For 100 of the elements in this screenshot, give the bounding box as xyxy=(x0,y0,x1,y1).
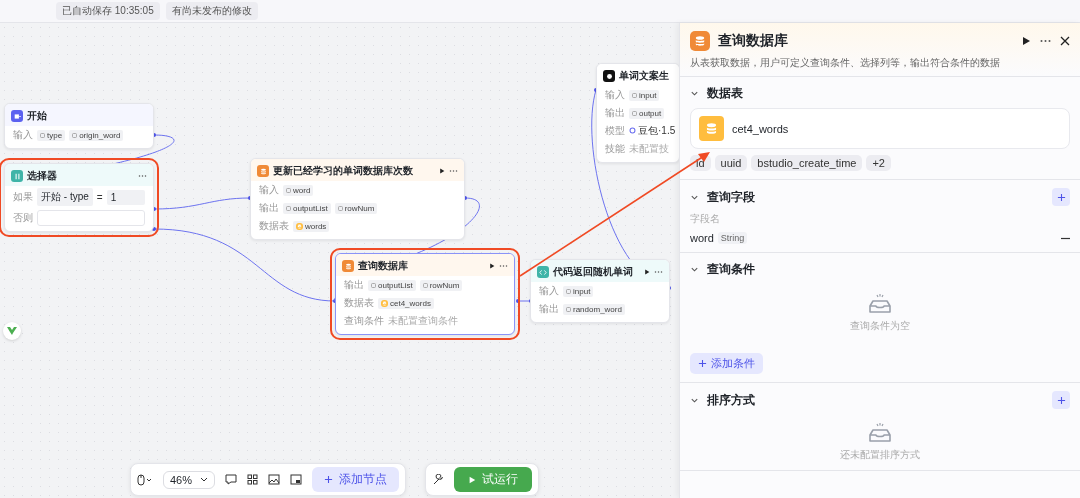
image-icon[interactable] xyxy=(268,474,281,485)
row-label: 否则 xyxy=(13,211,33,225)
comment-icon[interactable] xyxy=(225,474,238,485)
node-title: 更新已经学习的单词数据库次数 xyxy=(273,164,414,178)
empty-note: 未配置查询条件 xyxy=(388,314,458,328)
database-icon xyxy=(296,222,303,230)
variable-tag: outputList xyxy=(283,202,331,214)
model-icon xyxy=(629,127,636,134)
row-label: 输出 xyxy=(605,106,625,120)
database-icon xyxy=(690,31,710,51)
type-icon xyxy=(371,282,376,288)
column-tag: +2 xyxy=(866,155,891,171)
add-node-button[interactable]: 添加节点 xyxy=(312,467,400,492)
panel-title: 查询数据库 xyxy=(718,32,789,50)
type-icon xyxy=(566,306,571,312)
row-label: 输入 xyxy=(13,128,33,142)
variable-tag: input xyxy=(629,89,660,101)
row-label: 输入 xyxy=(539,284,559,298)
type-icon xyxy=(40,132,45,138)
plus-icon xyxy=(698,359,707,368)
row-label: 数据表 xyxy=(344,296,374,310)
type-icon xyxy=(337,205,343,211)
add-condition-button[interactable]: 添加条件 xyxy=(690,353,763,374)
variable-tag: rowNum xyxy=(334,202,378,214)
table-name: cet4_words xyxy=(732,122,789,135)
type-icon xyxy=(72,132,78,138)
play-icon xyxy=(468,475,476,484)
condition-value[interactable]: 1 xyxy=(106,189,145,205)
table-card[interactable]: cet4_words xyxy=(690,108,1070,149)
chevron-icon[interactable] xyxy=(690,89,699,98)
empty-text: 查询条件为空 xyxy=(850,319,910,333)
run-icon[interactable] xyxy=(644,269,650,275)
chevron-icon xyxy=(200,477,209,482)
run-icon[interactable] xyxy=(439,168,445,174)
database-icon xyxy=(381,299,388,307)
column-tag: uuid xyxy=(714,155,748,171)
row-label: 输出 xyxy=(539,302,559,316)
add-button[interactable] xyxy=(1052,391,1070,409)
variable-tag: type xyxy=(37,129,66,141)
node-title: 选择器 xyxy=(27,169,58,183)
node-title: 开始 xyxy=(27,109,48,123)
field-name: word xyxy=(690,232,714,244)
variable-tag: origin_word xyxy=(69,129,124,141)
close-icon[interactable] xyxy=(1060,36,1070,46)
database-icon xyxy=(699,116,724,141)
type-tag: String xyxy=(717,232,748,244)
empty-text: 还未配置排序方式 xyxy=(840,448,920,462)
run-icon[interactable] xyxy=(1021,36,1031,46)
code-icon xyxy=(537,266,549,278)
database-icon xyxy=(257,165,269,177)
workflow-node[interactable]: 选择器 如果 开始 - type = 1 否则 xyxy=(4,163,154,232)
variable-tag: output xyxy=(629,107,665,119)
type-icon xyxy=(632,110,637,116)
empty-note: 未配置技 xyxy=(629,142,669,156)
row-label: 输出 xyxy=(344,278,364,292)
mouse-mode-icon[interactable] xyxy=(137,473,153,486)
section-title[interactable]: 查询条件 xyxy=(707,261,1070,278)
type-icon xyxy=(566,288,571,294)
workflow-node[interactable]: 查询数据库 输出 outputList rowNum 数据表 cet4_words 查询条件 未配置查询条件 xyxy=(335,253,515,335)
database-icon xyxy=(342,260,354,272)
panel-description: 从表获取数据，用户可定义查询条件、选择列等，输出符合条件的数据 xyxy=(690,56,1001,70)
table-tag: words xyxy=(293,220,330,232)
row-label: 模型 xyxy=(605,124,625,138)
section-title[interactable]: 排序方式 xyxy=(707,391,1044,409)
variable-tag: rowNum xyxy=(419,279,463,291)
plus-icon xyxy=(1056,395,1066,405)
variable-tag: input xyxy=(563,285,594,297)
node-title: 查询数据库 xyxy=(358,259,409,273)
unpublished-badge: 有尚未发布的修改 xyxy=(165,2,258,20)
plus-icon xyxy=(324,475,334,484)
section-title[interactable]: 数据表 xyxy=(707,85,1070,102)
zoom-select[interactable]: 46% xyxy=(163,470,216,489)
workflow-node[interactable]: 开始 输入 type origin_word xyxy=(4,103,154,149)
section-title[interactable]: 查询字段 xyxy=(707,188,1044,206)
else-field[interactable] xyxy=(37,210,145,226)
model-name: 豆包·1.5 xyxy=(629,124,676,138)
variable-tag: outputList xyxy=(368,279,416,291)
operator[interactable]: = xyxy=(96,191,103,203)
add-button[interactable] xyxy=(1052,188,1070,206)
variable-tag: word xyxy=(283,184,314,196)
more-icon[interactable] xyxy=(1039,39,1052,43)
workflow-node[interactable]: 单词文案生 输入 input 输出 output 模型 豆包·1.5 技能 未配置技 xyxy=(596,63,680,163)
logo-icon[interactable] xyxy=(3,322,21,340)
row-label: 技能 xyxy=(605,142,625,156)
row-label: 输出 xyxy=(259,201,279,215)
node-title: 单词文案生 xyxy=(619,69,670,83)
condition-variable[interactable]: 开始 - type xyxy=(37,188,93,206)
workflow-node[interactable]: 更新已经学习的单词数据库次数 输入 word 输出 outputList rowNum 数据表 words xyxy=(250,158,465,240)
empty-inbox-icon xyxy=(869,294,891,314)
row-label: 输入 xyxy=(259,183,279,197)
column-tag: bstudio_create_time xyxy=(751,155,863,171)
minimap-icon[interactable] xyxy=(290,474,303,485)
workflow-node[interactable]: 代码返回随机单词 输入 input 输出 random_word xyxy=(530,259,670,323)
run-icon[interactable] xyxy=(489,263,495,269)
chevron-icon[interactable] xyxy=(690,265,699,274)
grid-icon[interactable] xyxy=(247,474,259,485)
remove-icon[interactable] xyxy=(1061,236,1070,240)
row-label: 输入 xyxy=(605,88,625,102)
type-icon xyxy=(286,205,291,211)
variable-tag: random_word xyxy=(563,303,625,315)
